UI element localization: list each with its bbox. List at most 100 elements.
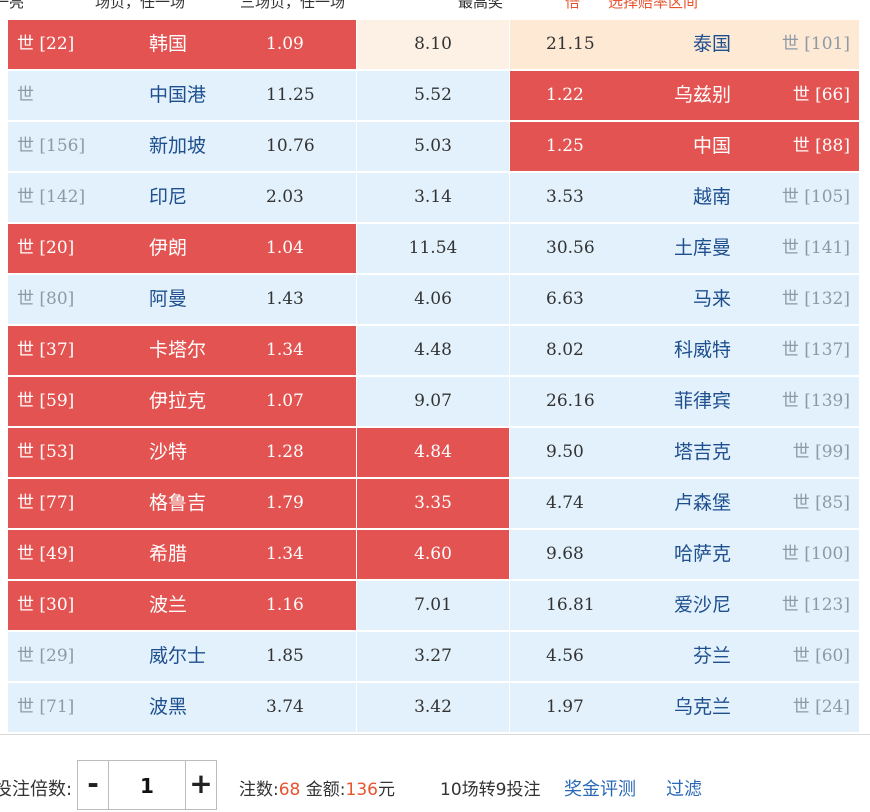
- home-win-option[interactable]: 世 [80] 阿曼 1.43: [8, 275, 356, 324]
- rank-value: [139]: [804, 391, 850, 411]
- draw-option[interactable]: 4.06: [357, 275, 509, 324]
- rank-value: [100]: [804, 544, 850, 564]
- away-win-option[interactable]: 8.02 科威特 世 [137]: [510, 326, 859, 375]
- bet-summary: 注数:68 金额:136元: [239, 775, 395, 800]
- home-win-option[interactable]: 世 [142] 印尼 2.03: [8, 173, 356, 222]
- home-win-option[interactable]: 世 [77] 格鲁吉 1.79: [8, 479, 356, 528]
- home-rank: 世 [142]: [17, 173, 85, 222]
- away-team-name: 土库曼: [673, 237, 731, 259]
- away-win-option[interactable]: 9.50 塔吉克 世 [99]: [510, 428, 859, 477]
- draw-option[interactable]: 5.52: [357, 71, 509, 120]
- draw-option[interactable]: 7.01: [357, 581, 509, 630]
- home-win-option[interactable]: 世 [37] 卡塔尔 1.34: [8, 326, 356, 375]
- away-win-odds: 26.16: [546, 391, 595, 411]
- home-win-option[interactable]: 世 [49] 希腊 1.34: [8, 530, 356, 579]
- away-win-odds: 3.53: [546, 187, 584, 207]
- rank-value: [37]: [39, 340, 75, 360]
- draw-option[interactable]: 3.35: [357, 479, 509, 528]
- bet-footer: 投注倍数: - + 注数:68 金额:136元 10场转9投注 奖金评测 过滤: [0, 734, 870, 812]
- multiplier-input[interactable]: [109, 761, 185, 811]
- top-text-2: 场负，任一场: [95, 0, 186, 11]
- rank-prefix: 世: [781, 289, 799, 309]
- rank-value: [30]: [39, 595, 75, 615]
- match-row: 世 [30] 波兰 1.16 7.01 16.81 爱沙尼 世 [123]: [8, 581, 859, 632]
- away-team-name: 爱沙尼: [673, 594, 731, 616]
- rank-value: [101]: [804, 34, 850, 54]
- draw-odds: 8.10: [414, 34, 452, 54]
- away-win-option[interactable]: 3.53 越南 世 [105]: [510, 173, 859, 222]
- draw-option[interactable]: 4.48: [357, 326, 509, 375]
- draw-option[interactable]: 5.03: [357, 122, 509, 171]
- away-win-option[interactable]: 9.68 哈萨克 世 [100]: [510, 530, 859, 579]
- home-rank: 世 [80]: [17, 275, 74, 324]
- home-team-name: 波兰: [149, 594, 188, 616]
- home-win-option[interactable]: 世 [156] 新加坡 10.76: [8, 122, 356, 171]
- draw-odds: 4.60: [414, 544, 452, 564]
- draw-option[interactable]: 4.60: [357, 530, 509, 579]
- away-win-option[interactable]: 4.56 芬兰 世 [60]: [510, 632, 859, 681]
- decrease-button[interactable]: -: [78, 761, 109, 809]
- rank-value: [156]: [39, 136, 86, 156]
- draw-odds: 4.48: [414, 340, 452, 360]
- home-rank: 世 [53]: [17, 428, 74, 477]
- home-win-option[interactable]: 世 [30] 波兰 1.16: [8, 581, 356, 630]
- draw-option[interactable]: 11.54: [357, 224, 509, 273]
- rank-prefix: 世: [792, 136, 810, 156]
- home-rank: 世 [77]: [17, 479, 74, 528]
- draw-odds: 3.42: [414, 697, 452, 717]
- away-win-option[interactable]: 6.63 马来 世 [132]: [510, 275, 859, 324]
- draw-option[interactable]: 3.42: [357, 683, 509, 732]
- away-win-option[interactable]: 21.15 泰国 世 [101]: [510, 20, 859, 69]
- prize-evaluation-link[interactable]: 奖金评测: [564, 775, 636, 801]
- away-win-option[interactable]: 4.74 卢森堡 世 [85]: [510, 479, 859, 528]
- rank-value: [22]: [39, 34, 75, 54]
- away-win-option[interactable]: 1.97 乌克兰 世 [24]: [510, 683, 859, 732]
- draw-option[interactable]: 4.84: [357, 428, 509, 477]
- rank-value: [66]: [815, 85, 850, 105]
- away-win-option[interactable]: 16.81 爱沙尼 世 [123]: [510, 581, 859, 630]
- away-win-odds: 16.81: [546, 595, 595, 615]
- rank-value: [123]: [804, 595, 850, 615]
- rank-value: [60]: [815, 646, 850, 666]
- increase-button[interactable]: +: [185, 761, 216, 809]
- away-team-name: 哈萨克: [673, 543, 731, 565]
- rank-prefix: 世: [17, 544, 34, 564]
- rank-value: [49]: [39, 544, 75, 564]
- home-rank: 世 [37]: [17, 326, 74, 375]
- home-win-option[interactable]: 世 中国港 11.25: [8, 71, 356, 120]
- home-team-name: 威尔士: [149, 645, 207, 667]
- home-rank: 世 [30]: [17, 581, 74, 630]
- filter-link[interactable]: 过滤: [666, 775, 702, 801]
- match-row: 世 [142] 印尼 2.03 3.14 3.53 越南 世 [105]: [8, 173, 859, 224]
- away-win-odds: 21.15: [546, 34, 595, 54]
- home-win-option[interactable]: 世 [53] 沙特 1.28: [8, 428, 356, 477]
- away-rank: 世 [123]: [782, 581, 850, 630]
- away-win-option[interactable]: 1.22 乌兹别 世 [66]: [510, 71, 859, 120]
- away-win-option[interactable]: 1.25 中国 世 [88]: [510, 122, 859, 171]
- away-win-option[interactable]: 26.16 菲律宾 世 [139]: [510, 377, 859, 426]
- away-rank: 世 [24]: [793, 683, 850, 732]
- home-win-option[interactable]: 世 [29] 威尔士 1.85: [8, 632, 356, 681]
- home-win-option[interactable]: 世 [22] 韩国 1.09: [8, 20, 356, 69]
- home-rank: 世 [20]: [17, 224, 74, 273]
- home-win-odds: 1.28: [266, 442, 304, 462]
- home-win-option[interactable]: 世 [71] 波黑 3.74: [8, 683, 356, 732]
- rank-prefix: 世: [781, 340, 799, 360]
- draw-option[interactable]: 3.27: [357, 632, 509, 681]
- match-row: 世 [22] 韩国 1.09 8.10 21.15 泰国 世 [101]: [8, 20, 859, 71]
- away-win-odds: 1.97: [546, 697, 584, 717]
- draw-option[interactable]: 3.14: [357, 173, 509, 222]
- away-win-option[interactable]: 30.56 土库曼 世 [141]: [510, 224, 859, 273]
- draw-option[interactable]: 8.10: [357, 20, 509, 69]
- match-row: 世 [29] 威尔士 1.85 3.27 4.56 芬兰 世 [60]: [8, 632, 859, 683]
- home-team-name: 沙特: [149, 441, 188, 463]
- draw-option[interactable]: 9.07: [357, 377, 509, 426]
- home-win-option[interactable]: 世 [20] 伊朗 1.04: [8, 224, 356, 273]
- rank-value: [141]: [804, 238, 850, 258]
- home-team-name: 伊朗: [149, 237, 188, 259]
- home-win-option[interactable]: 世 [59] 伊拉克 1.07: [8, 377, 356, 426]
- rank-value: [137]: [804, 340, 850, 360]
- home-rank: 世 [22]: [17, 20, 74, 69]
- away-rank: 世 [141]: [782, 224, 850, 273]
- odds-range-link[interactable]: 选择赔率区间: [608, 0, 698, 12]
